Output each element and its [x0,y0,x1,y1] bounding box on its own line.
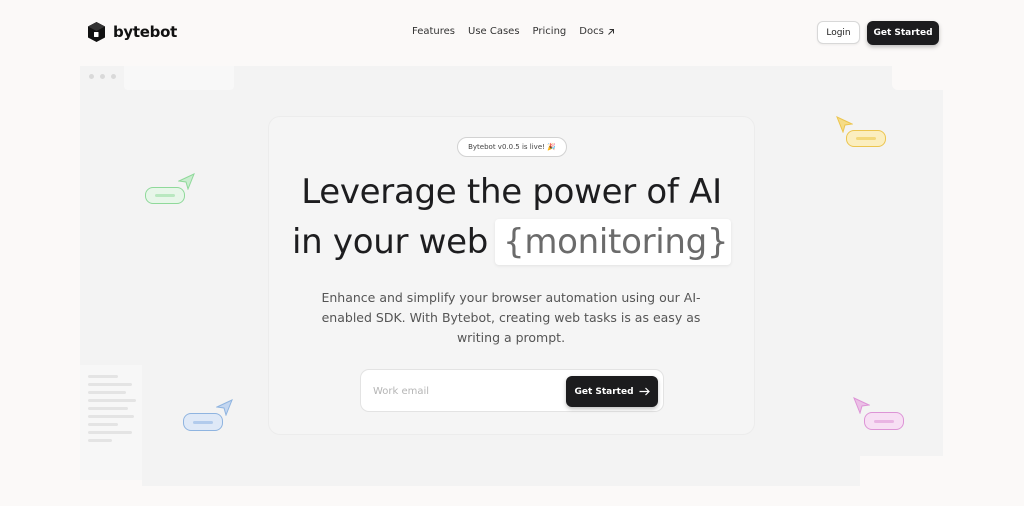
pink-cursor-pill [864,412,904,430]
brand-name: bytebot [113,23,177,41]
hero-headline-line1: Leverage the power of AI [301,172,722,212]
yellow-cursor-pill [846,130,886,147]
browser-tab [124,66,234,90]
site-header: bytebot Features Use Cases Pricing Docs … [0,0,1024,66]
work-email-input[interactable] [373,382,553,400]
green-cursor-icon [178,173,195,190]
brand-logo[interactable]: bytebot [87,21,177,43]
get-started-button[interactable]: Get Started [867,21,939,45]
pink-cursor-icon [853,397,870,414]
nav-item-use-cases[interactable]: Use Cases [468,26,520,37]
blue-cursor-icon [216,399,233,416]
frame-cutout [80,480,142,506]
typed-word: {monitoring} [503,222,729,262]
hero-headline-line2: in your web [292,222,489,262]
external-arrow-icon [607,28,614,35]
typed-word-box: {monitoring}| [495,219,731,265]
nav-item-docs-label: Docs [579,26,604,37]
bytebot-logo-icon [88,22,105,42]
nav-item-features[interactable]: Features [412,26,455,37]
window-dots [89,74,116,79]
frame-cutout [860,456,943,506]
hero-cta-label: Get Started [574,386,634,397]
nav-item-docs[interactable]: Docs [579,26,615,37]
release-badge[interactable]: Bytebot v0.0.5 is live! 🎉 [457,137,567,157]
hero-get-started-button[interactable]: Get Started [566,376,658,407]
hero-subtext: Enhance and simplify your browser automa… [321,290,701,345]
side-panel [80,365,142,480]
email-signup-form: Get Started [360,369,664,412]
frame-corner [892,66,943,90]
main-nav: Features Use Cases Pricing Docs [412,26,615,37]
nav-item-pricing[interactable]: Pricing [533,26,567,37]
typing-cursor: | [728,222,731,262]
login-button[interactable]: Login [817,21,860,44]
arrow-right-icon [639,387,650,396]
